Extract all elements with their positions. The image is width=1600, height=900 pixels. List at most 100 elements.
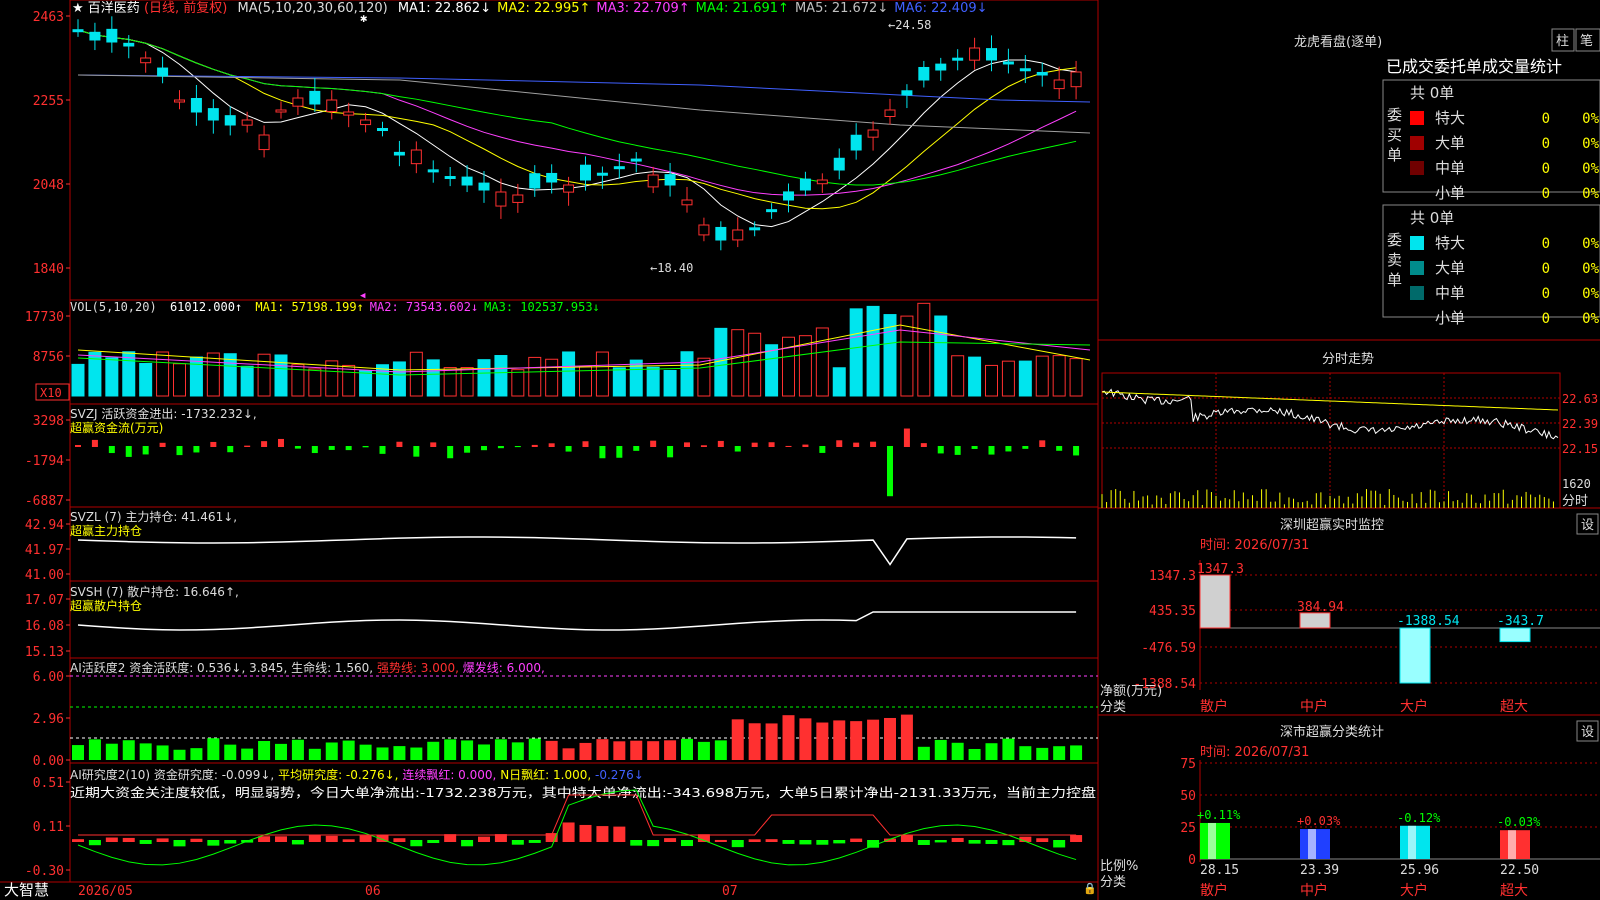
classify-y-tick: 0: [1188, 853, 1196, 868]
monitor-bar: [1499, 627, 1531, 643]
candle[interactable]: [732, 229, 744, 241]
activity-bar: [1036, 747, 1049, 760]
candle[interactable]: [681, 199, 693, 206]
candle[interactable]: [596, 172, 608, 176]
candle[interactable]: [935, 63, 947, 71]
candle[interactable]: [292, 97, 304, 107]
stock-chart-window[interactable]: ★ 百洋医药 (日线, 前复权) MA(5,10,20,30,60,120) M…: [0, 0, 1600, 900]
candle[interactable]: [224, 115, 236, 126]
ai-research-y-axis: 0.51 0.11 -0.30: [25, 776, 70, 879]
candle[interactable]: [850, 134, 862, 151]
candle[interactable]: [799, 178, 811, 191]
classify-y-tick: 25: [1180, 821, 1196, 836]
volume-bar: [274, 354, 288, 397]
activity-bar: [478, 744, 490, 760]
activity-bar: [511, 742, 524, 760]
candle[interactable]: [72, 29, 84, 33]
candle[interactable]: [207, 108, 219, 121]
candle[interactable]: [258, 134, 270, 151]
candle[interactable]: [190, 98, 202, 113]
candle[interactable]: [630, 158, 642, 162]
retail-holding-series: [77, 611, 1077, 631]
volume-bar: [173, 363, 186, 397]
candle[interactable]: [816, 179, 828, 185]
ai-research-panel[interactable]: AI研究度2(10) 资金研究度: -0.099↓, 平均研究度: -0.276…: [25, 767, 1096, 879]
candle[interactable]: [241, 119, 253, 126]
candle[interactable]: [495, 191, 507, 207]
fund-flow-bar: [988, 446, 995, 455]
candle[interactable]: [1070, 71, 1082, 88]
candle[interactable]: [123, 42, 135, 47]
candle[interactable]: [749, 227, 761, 231]
candle[interactable]: [664, 174, 676, 186]
candle[interactable]: [1019, 68, 1031, 72]
candle[interactable]: [309, 90, 321, 105]
candle[interactable]: [546, 172, 558, 183]
fund-flow-bar: [667, 446, 674, 458]
candle[interactable]: [867, 129, 879, 138]
candle[interactable]: [410, 149, 422, 165]
candle[interactable]: [174, 99, 185, 103]
candle[interactable]: [766, 209, 778, 213]
candle[interactable]: [444, 176, 456, 180]
candle[interactable]: [833, 157, 845, 171]
candle[interactable]: [393, 151, 405, 156]
right-panel[interactable]: 龙虎看盘(逐单) 柱 笔 已成交委托单成交量统计 委买单共 0单特大 0 0%大单 0…: [1100, 28, 1600, 899]
order-count: 0: [1542, 236, 1550, 252]
candle[interactable]: [783, 191, 794, 201]
candle[interactable]: [275, 109, 287, 113]
research-bar: [985, 840, 998, 844]
volume-bar: [968, 356, 982, 397]
fund-flow-bar: [294, 446, 301, 449]
tick-mode-button-label: 笔: [1580, 33, 1593, 49]
activity-bar: [190, 748, 203, 760]
candle[interactable]: [326, 99, 338, 113]
candle[interactable]: [478, 182, 490, 191]
candle[interactable]: [461, 176, 473, 186]
retail-holding-panel[interactable]: SVSH (7) 散户持仓: 16.646↑, 超赢散户持仓 17.07 16.0…: [25, 584, 1077, 660]
candle[interactable]: [1002, 61, 1014, 65]
fund-flow-panel[interactable]: SVZJ 活跃资金进出: -1732.232↓, 超赢资金流(万元) 3298 -…: [25, 406, 1080, 509]
candle[interactable]: [884, 109, 896, 118]
activity-bar: [799, 718, 812, 760]
candle[interactable]: [140, 57, 152, 64]
ai-activity-panel[interactable]: AI活跃度2 资金活跃度: 0.536↓, 3.845, 生命线: 1.560,…: [33, 660, 1098, 769]
candle[interactable]: [918, 66, 930, 81]
candle[interactable]: [563, 184, 575, 193]
volume-bar: [815, 327, 829, 397]
candle[interactable]: [613, 166, 625, 170]
candle[interactable]: [952, 57, 964, 61]
candle[interactable]: [647, 174, 659, 188]
y-tick-label: 16.08: [25, 619, 64, 634]
candle[interactable]: [512, 194, 524, 203]
activity-bar: [833, 720, 846, 760]
fund-flow-bar: [548, 443, 555, 447]
lock-icon: 🔒: [1083, 882, 1097, 895]
ai-activity-header: AI活跃度2 资金活跃度: 0.536↓, 3.845, 生命线: 1.560,…: [70, 660, 545, 675]
volume-bar: [748, 332, 762, 397]
monitor-bar: [1399, 627, 1431, 684]
candle[interactable]: [986, 48, 997, 61]
candle[interactable]: [343, 111, 355, 116]
candle[interactable]: [1036, 71, 1048, 76]
candle[interactable]: [377, 128, 388, 132]
candle[interactable]: [901, 90, 913, 96]
main-holding-panel[interactable]: SVZL (7) 主力持仓: 41.461↓, 超赢主力持仓 42.94 41.9…: [25, 509, 1077, 583]
candlestick-series[interactable]: [72, 16, 1082, 251]
candle[interactable]: [580, 164, 591, 181]
candle[interactable]: [106, 28, 118, 43]
intraday-chart[interactable]: 22.63 22.39 22.15 1620 分时: [1101, 372, 1598, 509]
intraday-vol-tick: 1620: [1562, 477, 1591, 491]
candle[interactable]: [1053, 79, 1065, 90]
candle[interactable]: [969, 47, 981, 61]
candle[interactable]: [89, 31, 101, 41]
price-panel[interactable]: ★ 百洋医药 (日线, 前复权) MA(5,10,20,30,60,120) M…: [33, 0, 1091, 301]
candle[interactable]: [715, 226, 727, 241]
order-type-label: 特大: [1435, 109, 1465, 127]
candle[interactable]: [529, 173, 541, 189]
volume-panel[interactable]: VOL(5,10,20) 61012.000↑ MA1: 57198.199↑ M…: [25, 300, 1091, 401]
candle[interactable]: [360, 119, 372, 126]
candle[interactable]: [698, 224, 710, 236]
candle[interactable]: [157, 67, 169, 77]
candle[interactable]: [427, 169, 439, 173]
